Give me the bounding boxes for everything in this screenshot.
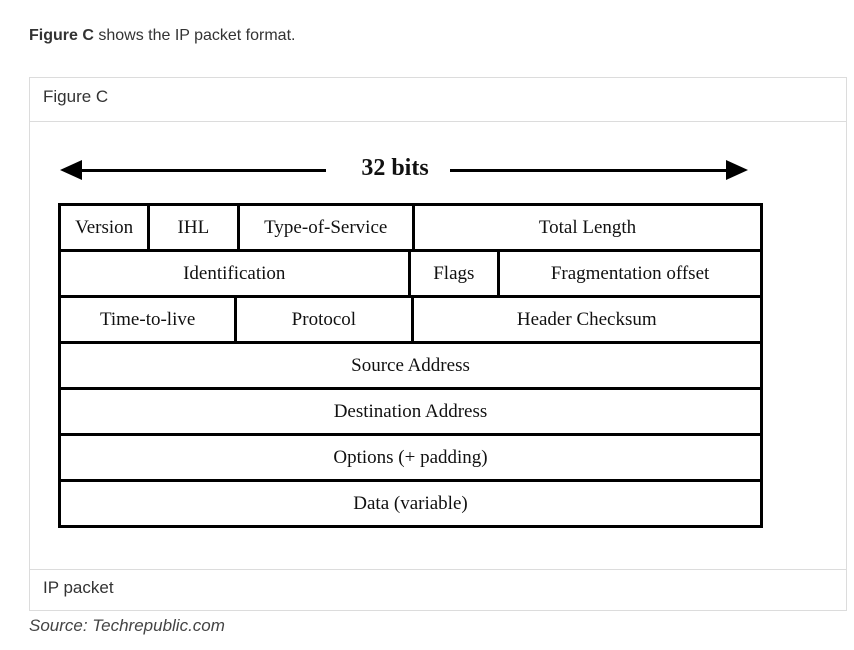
packet-field-source-address: Source Address — [61, 344, 760, 387]
ip-packet-diagram: Version IHL Type-of-Service Total Length Ide… — [58, 203, 763, 528]
packet-field-header-checksum: Header Checksum — [413, 298, 760, 341]
packet-field-options-padding: Options (+ padding) — [61, 436, 760, 479]
packet-row: Time-to-live Protocol Header Checksum — [61, 298, 760, 341]
bits-label: 32 bits — [361, 155, 429, 181]
source-credit: Source: Techrepublic.com — [29, 616, 225, 635]
intro-text: shows the IP packet format. — [93, 27, 296, 44]
arrow-line-right — [450, 169, 728, 172]
arrow-right-icon — [726, 160, 748, 180]
packet-field-identification: Identification — [61, 252, 408, 295]
packet-field-total-length: Total Length — [415, 206, 760, 249]
packet-field-destination-address: Destination Address — [61, 390, 760, 433]
figure-caption: IP packet — [30, 569, 846, 610]
packet-row: Version IHL Type-of-Service Total Length — [61, 206, 760, 249]
packet-field-type-of-service: Type-of-Service — [239, 206, 412, 249]
packet-row: Destination Address — [61, 390, 760, 433]
intro-bold: Figure C — [29, 27, 94, 44]
packet-row: Data (variable) — [61, 482, 760, 525]
packet-field-time-to-live: Time-to-live — [61, 298, 235, 341]
intro-sentence: Figure C shows the IP packet format. — [29, 27, 295, 45]
arrow-line-left — [78, 169, 326, 172]
packet-row: Options (+ padding) — [61, 436, 760, 479]
packet-row: Identification Flags Fragmentation offset — [61, 252, 760, 295]
packet-field-fragmentation-offset: Fragmentation offset — [500, 252, 760, 295]
packet-field-protocol: Protocol — [237, 298, 411, 341]
packet-field-version: Version — [61, 206, 148, 249]
figure-title: Figure C — [30, 78, 846, 122]
packet-field-ihl: IHL — [150, 206, 237, 249]
packet-field-flags: Flags — [410, 252, 498, 295]
width-indicator: 32 bits — [60, 150, 748, 190]
packet-field-data-variable: Data (variable) — [61, 482, 760, 525]
packet-row: Source Address — [61, 344, 760, 387]
